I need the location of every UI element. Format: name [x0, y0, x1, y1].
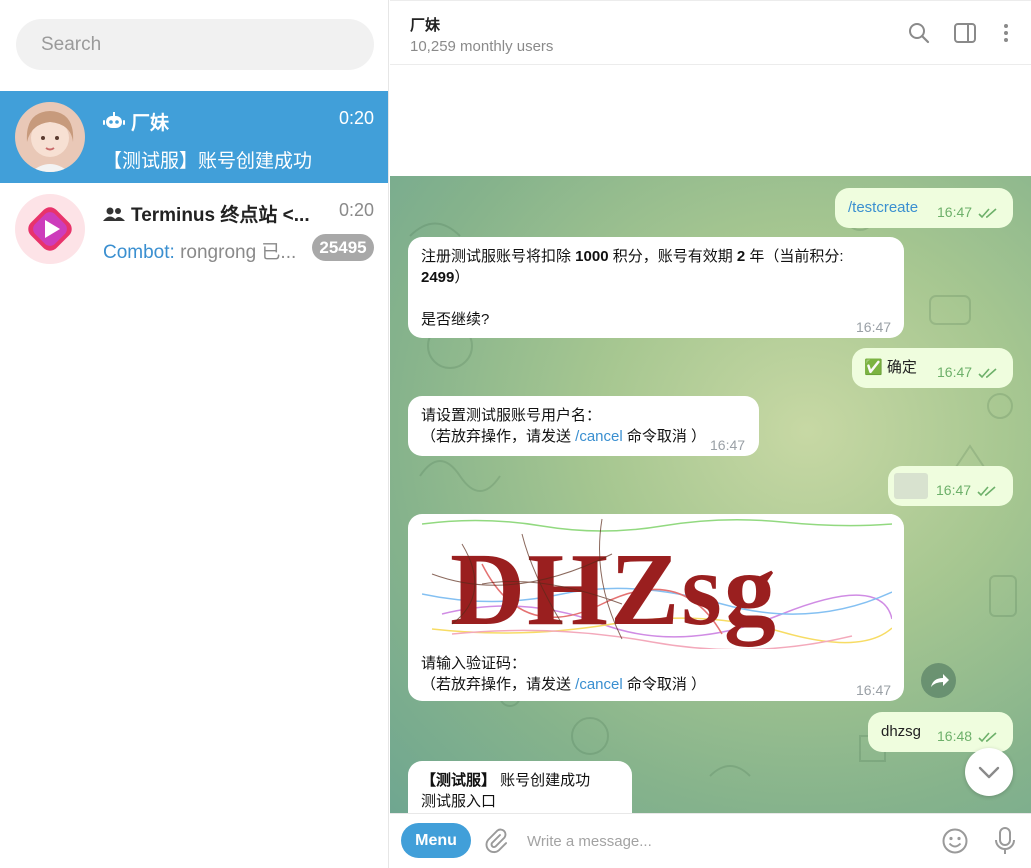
- chat-title: Terminus 终点站 <...: [103, 200, 310, 227]
- header-subtitle: 10,259 monthly users: [410, 38, 554, 55]
- double-check-icon: [978, 732, 997, 742]
- message-bubble-outgoing[interactable]: ✅ 确定 16:47: [852, 348, 1013, 388]
- double-check-icon: [978, 208, 997, 218]
- forward-button[interactable]: [921, 663, 956, 698]
- message-text: 请设置测试服账号用户名： （若放弃操作，请发送 /cancel 命令取消 ）: [421, 407, 707, 445]
- double-check-icon: [977, 486, 996, 496]
- chat-preview: Combot: rongrong 已...: [103, 237, 308, 264]
- scroll-to-bottom-button[interactable]: [965, 748, 1013, 796]
- group-icon: [103, 207, 125, 221]
- message-text: /testcreate: [848, 199, 919, 216]
- message-time: 16:47: [937, 362, 998, 383]
- check-mark-emoji: ✅: [864, 359, 883, 376]
- message-time: 16:47: [856, 682, 892, 698]
- message-time: 16:47: [710, 437, 746, 453]
- chat-item-terminus[interactable]: Terminus 终点站 <... 0:20 Combot: rongrong …: [0, 183, 388, 275]
- header-title: 厂妹: [410, 17, 441, 34]
- chat-list-sidebar: 厂妹 0:20 【测试服】账号创建成功 Terminus 终点站 <... 0:…: [0, 0, 389, 868]
- message-text: 【测试服】 账号创建成功 测试服入口: [421, 772, 591, 810]
- more-vertical-icon[interactable]: [994, 21, 1018, 45]
- preview-text: rongrong 已...: [174, 242, 297, 263]
- search-box: [16, 19, 374, 70]
- svg-text:DHZsg: DHZsg: [450, 532, 778, 647]
- sidebar-toggle-icon[interactable]: [953, 21, 977, 45]
- microphone-icon[interactable]: [993, 826, 1017, 856]
- chat-title: 厂妹: [103, 108, 169, 135]
- chat-item-changmei[interactable]: 厂妹 0:20 【测试服】账号创建成功: [0, 91, 388, 183]
- preview-sender: Combot:: [103, 242, 175, 263]
- messages-spacer: [390, 65, 1031, 176]
- double-check-icon: [978, 368, 997, 378]
- message-bubble-outgoing[interactable]: /testcreate 16:47: [835, 188, 1013, 228]
- message-time: 16:47: [937, 202, 998, 223]
- search-input[interactable]: [16, 19, 374, 70]
- captcha-image: DHZsg: [422, 514, 892, 649]
- forward-arrow-icon: [931, 674, 949, 687]
- paperclip-icon[interactable]: [483, 828, 509, 854]
- bot-icon: [103, 111, 125, 128]
- message-text: 请输入验证码： （若放弃操作，请发送 /cancel 命令取消 ）: [421, 655, 707, 693]
- message-bubble-outgoing[interactable]: dhzsg 16:48: [868, 712, 1013, 752]
- chevron-down-icon: [978, 766, 1000, 779]
- message-text: ✅ 确定: [864, 359, 917, 376]
- message-text: dhzsg: [881, 723, 922, 740]
- message-time: 16:47: [936, 480, 997, 501]
- chat-header[interactable]: 厂妹 10,259 monthly users: [390, 0, 1031, 65]
- avatar: [15, 194, 85, 264]
- chat-time: 0:20: [338, 200, 374, 220]
- search-icon[interactable]: [907, 21, 931, 45]
- message-bubble-outgoing[interactable]: 16:47: [888, 466, 1013, 506]
- cancel-command-link[interactable]: /cancel: [575, 428, 623, 445]
- cancel-command-link[interactable]: /cancel: [575, 676, 623, 693]
- redacted-text: [894, 473, 928, 499]
- avatar: [15, 102, 85, 172]
- message-list: /testcreate 16:47 注册测试服账号将扣除 1000 积分，账号有…: [390, 176, 1031, 813]
- chat-title-text: 厂妹: [131, 113, 170, 134]
- unread-badge: 25495: [312, 234, 374, 261]
- message-bubble-incoming[interactable]: 注册测试服账号将扣除 1000 积分，账号有效期 2 年（当前积分: 2499）…: [408, 237, 904, 338]
- message-text: 注册测试服账号将扣除 1000 积分，账号有效期 2 年（当前积分: 2499）…: [421, 248, 844, 328]
- message-bubble-incoming[interactable]: 【测试服】 账号创建成功 测试服入口: [408, 761, 632, 813]
- bot-menu-button[interactable]: Menu: [401, 823, 471, 858]
- chat-time: 0:20: [338, 108, 374, 128]
- message-time: 16:48: [937, 726, 998, 747]
- message-time: 16:47: [856, 319, 892, 335]
- message-composer: Menu: [390, 813, 1031, 868]
- chat-preview: 【测试服】账号创建成功: [103, 151, 313, 172]
- message-bubble-incoming[interactable]: 请设置测试服账号用户名： （若放弃操作，请发送 /cancel 命令取消 ） 16…: [408, 396, 759, 456]
- chat-area: 厂妹 10,259 monthly users /testcreate 16:4…: [390, 0, 1031, 868]
- message-input[interactable]: [527, 826, 922, 856]
- chat-title-text: Terminus 终点站 <...: [131, 205, 310, 226]
- message-bubble-incoming[interactable]: DHZsg 请输入验证码： （若放弃操作，请发送 /cancel 命令取消 ） 1…: [408, 514, 904, 701]
- emoji-icon[interactable]: [941, 827, 969, 855]
